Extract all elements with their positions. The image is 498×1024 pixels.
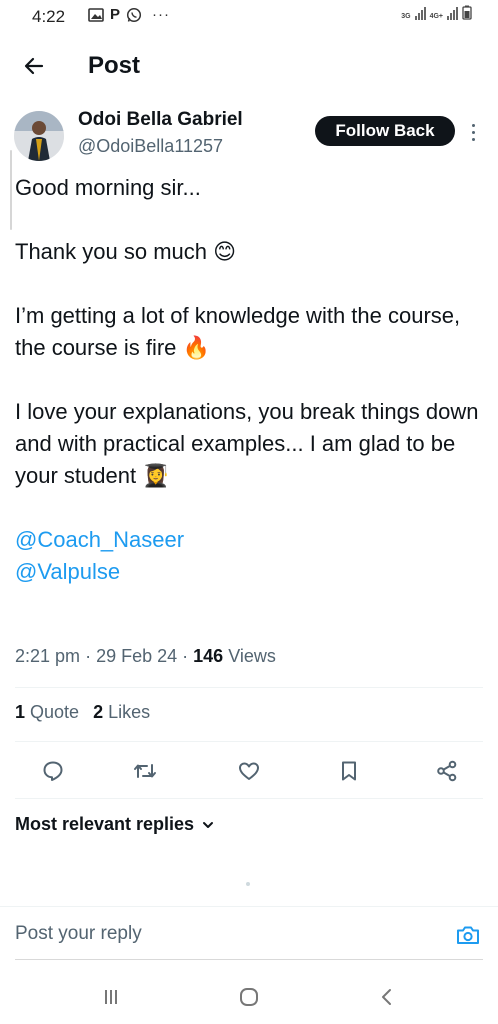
signal-icon bbox=[414, 6, 426, 20]
page-title: Post bbox=[88, 52, 141, 79]
author-handle[interactable]: @OdoiBella11257 bbox=[78, 136, 223, 157]
post-action-bar bbox=[0, 746, 498, 796]
reply-input[interactable]: Post your reply bbox=[15, 923, 142, 945]
gallery-icon bbox=[88, 7, 104, 22]
home-icon bbox=[240, 988, 258, 1006]
post-date: 29 Feb 24 bbox=[96, 646, 178, 666]
author-name[interactable]: Odoi Bella Gabriel bbox=[78, 109, 243, 131]
quotes-stat[interactable]: 1 Quote bbox=[15, 702, 79, 723]
avatar[interactable] bbox=[14, 111, 64, 161]
post-stats: 1 Quote 2 Likes bbox=[15, 702, 150, 723]
camera-button[interactable] bbox=[454, 921, 482, 949]
back-nav-button[interactable] bbox=[372, 982, 402, 1012]
bookmark-icon bbox=[342, 761, 356, 781]
views-label: Views bbox=[228, 646, 276, 666]
reply-composer: Post your reply bbox=[0, 906, 498, 960]
like-icon bbox=[239, 762, 259, 780]
battery-icon bbox=[462, 5, 472, 20]
likes-count: 2 bbox=[93, 702, 104, 722]
views-count: 146 bbox=[193, 646, 224, 666]
status-system-icons: 3G 4G+ bbox=[401, 5, 472, 20]
post-line-knowledge: I’m getting a lot of knowledge with the … bbox=[15, 303, 461, 360]
status-time: 4:22 bbox=[32, 7, 66, 26]
chevron-down-icon bbox=[203, 821, 214, 828]
scroll-edge-indicator bbox=[10, 150, 12, 230]
reply-underline bbox=[15, 959, 483, 960]
post-line-greeting: Good morning sir... bbox=[15, 175, 201, 200]
post-text: Good morning sir... Thank you so much 😊 … bbox=[15, 172, 485, 588]
follow-back-button[interactable]: Follow Back bbox=[315, 116, 455, 146]
share-button[interactable] bbox=[432, 756, 462, 786]
post-time: 2:21 pm bbox=[15, 646, 81, 666]
reply-icon bbox=[43, 761, 63, 781]
camera-icon bbox=[457, 926, 479, 944]
bookmark-button[interactable] bbox=[334, 756, 364, 786]
p-notification-icon: P bbox=[110, 6, 121, 23]
avatar-image bbox=[14, 111, 64, 161]
chevron-left-icon bbox=[382, 989, 391, 1005]
quotes-label: Quote bbox=[30, 702, 80, 722]
back-button[interactable] bbox=[18, 50, 50, 82]
like-button[interactable] bbox=[234, 756, 264, 786]
mention-valpulse[interactable]: @Valpulse bbox=[15, 556, 485, 588]
quotes-count: 1 bbox=[15, 702, 26, 722]
system-navigation-bar bbox=[0, 972, 498, 1024]
likes-stat[interactable]: 2 Likes bbox=[93, 702, 150, 723]
arrow-left-icon bbox=[24, 57, 44, 75]
replies-sort-label: Most relevant replies bbox=[15, 814, 195, 834]
post-line-explanations: I love your explanations, you break thin… bbox=[15, 399, 479, 488]
divider bbox=[15, 687, 483, 688]
replies-sort-dropdown[interactable]: Most relevant replies bbox=[15, 814, 214, 835]
loading-indicator bbox=[246, 882, 250, 886]
more-notifications-icon: ··· bbox=[152, 6, 171, 23]
share-icon bbox=[437, 760, 457, 782]
divider bbox=[15, 798, 483, 799]
recent-apps-button[interactable] bbox=[96, 982, 126, 1012]
network-4g-label: 4G+ bbox=[429, 13, 443, 20]
recent-apps-icon bbox=[105, 990, 117, 1004]
status-bar: 4:22 P ··· 3G 4G+ bbox=[0, 0, 498, 34]
post-line-thanks: Thank you so much 😊 bbox=[15, 239, 237, 264]
status-notification-icons: P ··· bbox=[88, 6, 170, 23]
network-3g-label: 3G bbox=[401, 13, 411, 20]
mention-coach-naseer[interactable]: @Coach_Naseer bbox=[15, 524, 485, 556]
retweet-icon bbox=[134, 764, 156, 778]
retweet-button[interactable] bbox=[130, 756, 160, 786]
likes-label: Likes bbox=[108, 702, 151, 722]
reply-button[interactable] bbox=[38, 756, 68, 786]
divider bbox=[15, 741, 483, 742]
top-app-bar: Post bbox=[0, 38, 498, 94]
more-options-icon[interactable] bbox=[466, 118, 480, 146]
post-meta: 2:21 pm · 29 Feb 24 · 146 Views bbox=[15, 646, 276, 666]
whatsapp-icon bbox=[126, 7, 142, 22]
signal-icon-2 bbox=[447, 6, 458, 20]
home-button[interactable] bbox=[234, 982, 264, 1012]
